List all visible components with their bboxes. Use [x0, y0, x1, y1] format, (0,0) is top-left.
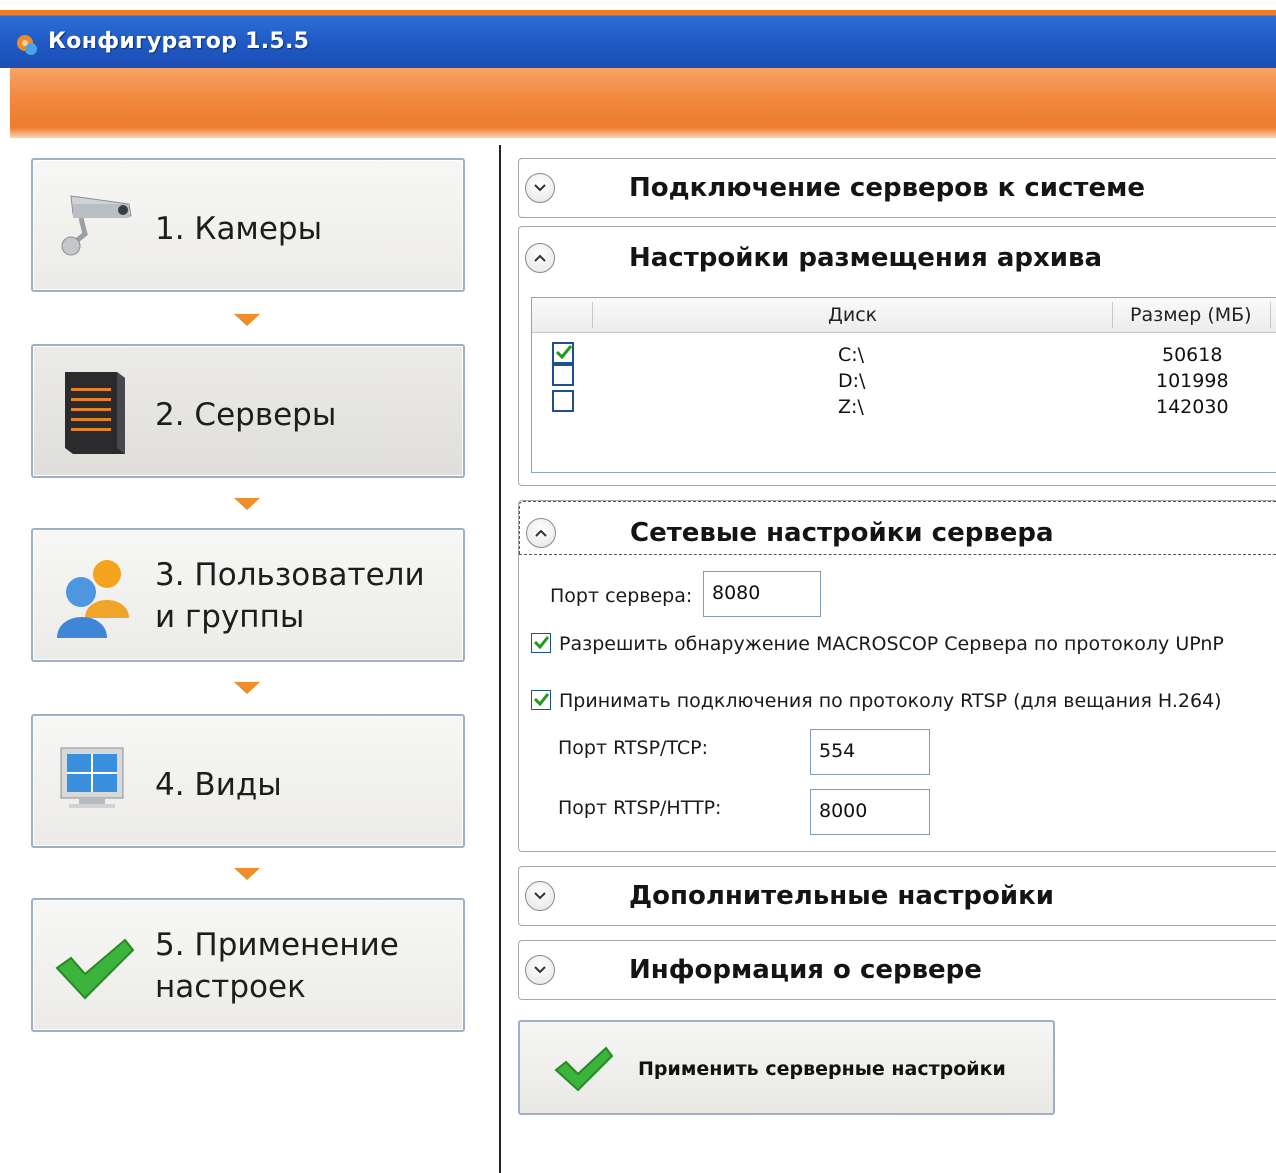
nav-item-apply-settings[interactable]: 5. Применение настроек: [31, 898, 465, 1032]
panel-header[interactable]: Дополнительные настройки: [519, 867, 1276, 931]
window-titlebar[interactable]: Конфигуратор 1.5.5: [0, 10, 1276, 68]
disk-name: Z:\: [838, 396, 864, 418]
rtsp-label[interactable]: Принимать подключения по протоколу RTSP …: [559, 690, 1222, 712]
panel-title: Подключение серверов к системе: [629, 173, 1145, 203]
disk-size: 101998: [1156, 370, 1229, 392]
nav-item-label: 4. Виды: [155, 767, 282, 803]
monitor-layout-icon: [60, 747, 124, 808]
column-separator: [1112, 302, 1113, 328]
panel-header[interactable]: Подключение серверов к системе: [519, 159, 1276, 223]
nav-item-label: 5. Применение настроек: [155, 927, 399, 1005]
server-port-label: Порт сервера:: [550, 585, 693, 607]
rtsp-checkbox[interactable]: [531, 690, 551, 710]
column-separator: [592, 302, 593, 328]
panel-archive-settings: Настройки размещения архива Диск Размер …: [518, 226, 1276, 486]
table-header: Диск Размер (МБ): [532, 298, 1276, 333]
step-arrow-icon: [234, 868, 260, 880]
panel-server-connection: Подключение серверов к системе: [518, 158, 1276, 218]
disk-checkbox-z[interactable]: [552, 390, 574, 412]
nav-item-servers[interactable]: 2. Серверы: [31, 344, 465, 478]
disk-size: 50618: [1162, 344, 1223, 366]
panel-title: Сетевые настройки сервера: [630, 518, 1054, 548]
upnp-label[interactable]: Разрешить обнаружение MACROSCOP Сервера …: [559, 633, 1224, 655]
server-port-input[interactable]: 8080: [703, 571, 821, 617]
disk-table: Диск Размер (МБ) C:\ 50618 D:\ 101998 Z:…: [531, 297, 1276, 473]
nav-item-label: 1. Камеры: [155, 211, 323, 247]
step-arrow-icon: [234, 314, 260, 326]
column-separator: [1270, 302, 1271, 328]
upnp-checkbox[interactable]: [531, 633, 551, 653]
nav-item-label: 3. Пользователи и группы: [155, 557, 425, 635]
nav-item-users-groups[interactable]: 3. Пользователи и группы: [31, 528, 465, 662]
apply-button-label: Применить серверные настройки: [638, 1058, 1006, 1080]
apply-server-settings-button[interactable]: Применить серверные настройки: [518, 1020, 1055, 1115]
column-header-size[interactable]: Размер (МБ): [1130, 304, 1252, 326]
panel-server-info: Информация о сервере: [518, 940, 1276, 1000]
panel-title: Дополнительные настройки: [629, 881, 1054, 911]
camera-icon: [61, 195, 132, 256]
rtsp-tcp-label: Порт RTSP/TCP:: [558, 737, 709, 759]
chevron-down-icon[interactable]: [525, 881, 555, 911]
nav-item-label: 2. Серверы: [155, 397, 337, 433]
panel-additional-settings: Дополнительные настройки: [518, 866, 1276, 926]
window-top-edge: [0, 0, 1276, 10]
column-header-disk[interactable]: Диск: [828, 304, 877, 326]
panel-header[interactable]: Сетевые настройки сервера: [519, 501, 1276, 555]
panel-divider: [499, 145, 501, 1173]
step-arrow-icon: [234, 498, 260, 510]
checkmark-icon: [554, 1046, 614, 1092]
window-title: Конфигуратор 1.5.5: [48, 29, 310, 54]
chevron-down-icon[interactable]: [525, 955, 555, 985]
disk-checkbox-c[interactable]: [552, 342, 574, 364]
rtsp-http-port-input[interactable]: 8000: [810, 789, 930, 835]
panel-header[interactable]: Информация о сервере: [519, 941, 1276, 1005]
disk-size: 142030: [1156, 396, 1229, 418]
panel-header[interactable]: Настройки размещения архива: [519, 227, 1276, 291]
chevron-up-icon[interactable]: [525, 243, 555, 273]
panel-network-settings: Сетевые настройки сервера Порт сервера: …: [518, 500, 1276, 852]
nav-item-cameras[interactable]: 1. Камеры: [31, 158, 465, 292]
header-band: [10, 68, 1276, 138]
chevron-down-icon[interactable]: [525, 173, 555, 203]
server-icon: [65, 372, 125, 454]
panel-title: Настройки размещения архива: [629, 243, 1102, 273]
rtsp-http-label: Порт RTSP/HTTP:: [558, 797, 722, 819]
app-logo-icon: [17, 35, 37, 55]
checkmark-icon: [55, 938, 135, 1000]
disk-checkbox-d[interactable]: [552, 364, 574, 386]
nav-item-views[interactable]: 4. Виды: [31, 714, 465, 848]
disk-name: C:\: [838, 344, 865, 366]
rtsp-tcp-port-input[interactable]: 554: [810, 729, 930, 775]
step-arrow-icon: [234, 682, 260, 694]
panel-title: Информация о сервере: [629, 955, 982, 985]
chevron-up-icon[interactable]: [526, 518, 556, 548]
users-icon: [57, 560, 129, 638]
disk-name: D:\: [838, 370, 866, 392]
